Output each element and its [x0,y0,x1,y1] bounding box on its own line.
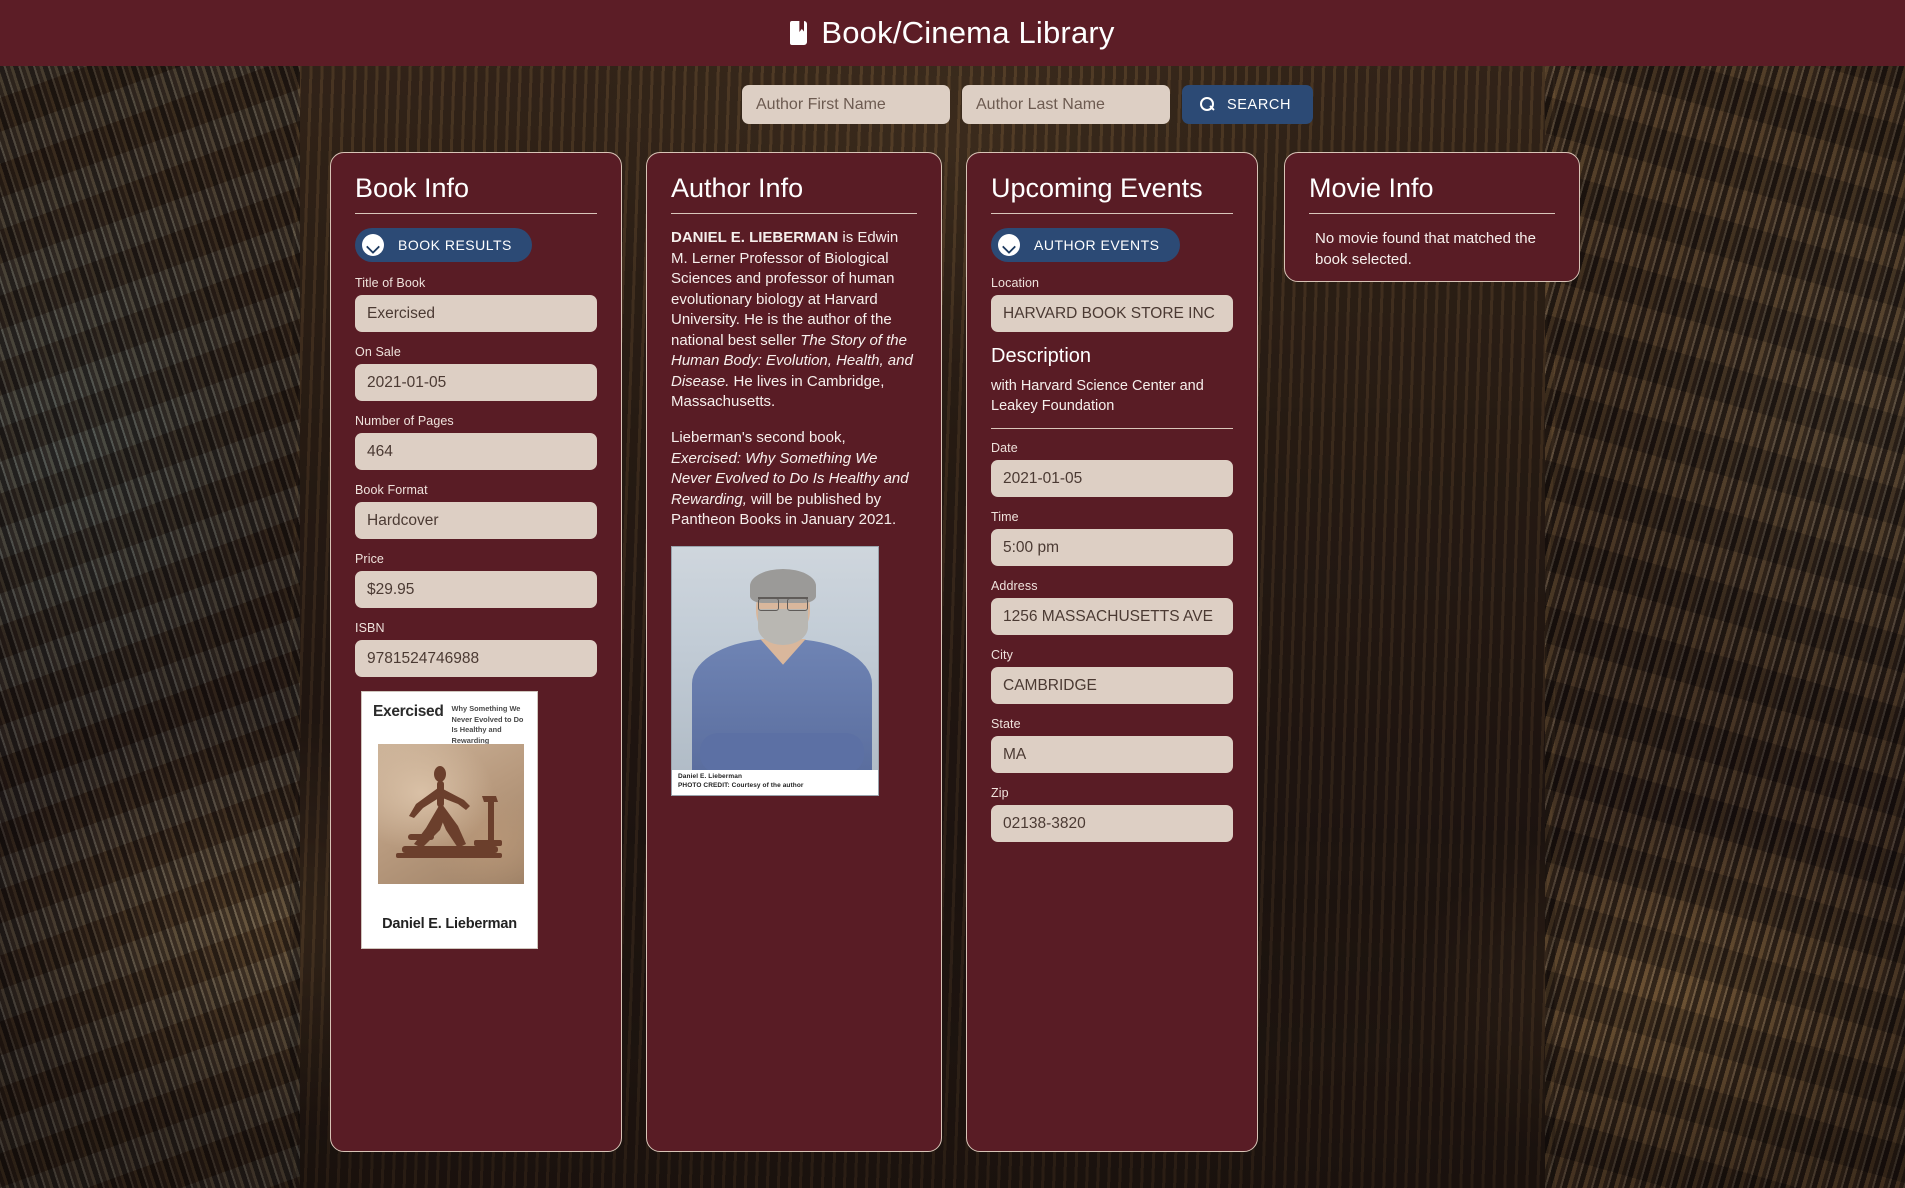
field-address: Address [991,579,1233,636]
field-title-of-book: Title of Book [355,276,597,333]
photo-caption-name: Daniel E. Lieberman [678,773,743,781]
book-info-card: Book Info BOOK RESULTS Title of Book On … [330,152,622,1152]
search-button-label: SEARCH [1227,96,1292,113]
author-events-button[interactable]: AUTHOR EVENTS [991,228,1180,263]
book-results-button[interactable]: BOOK RESULTS [355,228,532,263]
event-time-input[interactable] [991,529,1233,567]
author-last-name-input[interactable] [962,85,1170,124]
field-isbn: ISBN [355,621,597,678]
field-label: Address [991,579,1038,594]
book-format-input[interactable] [355,502,597,540]
author-photo-caption: Daniel E. Lieberman PHOTO CREDIT: Courte… [672,770,878,795]
field-label: Time [991,510,1019,525]
field-time: Time [991,510,1233,567]
author-bio-paragraph-1: DANIEL E. LIEBERMAN is Edwin M. Lerner P… [671,228,917,413]
divider [671,213,917,215]
author-photo-beard [758,608,808,645]
event-location-input[interactable] [991,295,1233,333]
divider [355,213,597,215]
upcoming-events-title: Upcoming Events [991,173,1203,203]
book-cover-image: Exercised Why Something We Never Evolved… [361,691,538,950]
event-address-input[interactable] [991,598,1233,636]
field-location: Location [991,276,1233,333]
field-label: Number of Pages [355,414,454,429]
field-price: Price [355,552,597,609]
chevron-down-icon [362,234,384,257]
book-cover-subtitle: Why Something We Never Evolved to Do Is … [451,704,524,745]
field-label: Zip [991,786,1009,801]
author-bio-paragraph-2: Lieberman's second book, Exercised: Why … [671,428,917,531]
chevron-down-icon [998,234,1020,257]
book-cover-artwork [378,744,524,885]
divider [991,213,1233,215]
search-button[interactable]: SEARCH [1182,85,1314,124]
description-heading: Description [991,345,1092,368]
movie-info-title: Movie Info [1309,173,1434,203]
author-info-title: Author Info [671,173,804,203]
page-title: Book/Cinema Library [821,15,1115,50]
event-city-input[interactable] [991,667,1233,705]
book-cover-author: Daniel E. Lieberman [382,916,517,933]
book-pages-input[interactable] [355,433,597,471]
event-date-input[interactable] [991,460,1233,498]
background-vignette [0,0,1905,1188]
field-label: Location [991,276,1040,291]
author-photo-glasses [758,596,808,611]
field-state: State [991,717,1233,774]
movie-info-card: Movie Info No movie found that matched t… [1284,152,1580,282]
field-label: Title of Book [355,276,426,291]
field-label: Date [991,441,1018,456]
author-biography: DANIEL E. LIEBERMAN is Edwin M. Lerner P… [671,228,917,531]
author-events-button-label: AUTHOR EVENTS [1034,237,1160,254]
book-info-title: Book Info [355,173,470,203]
field-label: State [991,717,1021,732]
field-city: City [991,648,1233,705]
author-info-card: Author Info DANIEL E. LIEBERMAN is Edwin… [646,152,942,1152]
photo-caption-credit: PHOTO CREDIT: Courtesy of the author [678,781,804,789]
field-label: On Sale [355,345,401,360]
author-first-name-input[interactable] [742,85,950,124]
book-title-input[interactable] [355,295,597,333]
search-bar: SEARCH [742,85,1314,124]
upcoming-events-card: Upcoming Events AUTHOR EVENTS Location D… [966,152,1258,1152]
book-on-sale-input[interactable] [355,364,597,402]
book-price-input[interactable] [355,571,597,609]
author-photo: Daniel E. Lieberman PHOTO CREDIT: Courte… [671,545,879,796]
app-header: Book/Cinema Library [0,0,1905,66]
book-results-button-label: BOOK RESULTS [398,237,512,254]
divider [1309,213,1555,215]
field-label: Price [355,552,384,567]
field-label: City [991,648,1013,663]
author-photo-arms [700,732,864,773]
book-cover-title: Exercised [373,703,444,721]
field-zip: Zip [991,786,1233,843]
event-zip-input[interactable] [991,805,1233,843]
field-on-sale: On Sale [355,345,597,402]
field-date: Date [991,441,1233,498]
field-label: Book Format [355,483,428,498]
field-book-format: Book Format [355,483,597,540]
book-icon [790,21,808,45]
author-bio2-text-a: Lieberman's second book, [671,428,846,446]
movie-info-message: No movie found that matched the book sel… [1315,230,1536,269]
field-label: ISBN [355,621,385,636]
divider [991,428,1233,430]
book-isbn-input[interactable] [355,640,597,678]
description-text: with Harvard Science Center and Leakey F… [991,378,1204,415]
field-number-of-pages: Number of Pages [355,414,597,471]
search-icon [1200,97,1215,112]
event-state-input[interactable] [991,736,1233,774]
author-name: DANIEL E. LIEBERMAN [671,229,839,247]
